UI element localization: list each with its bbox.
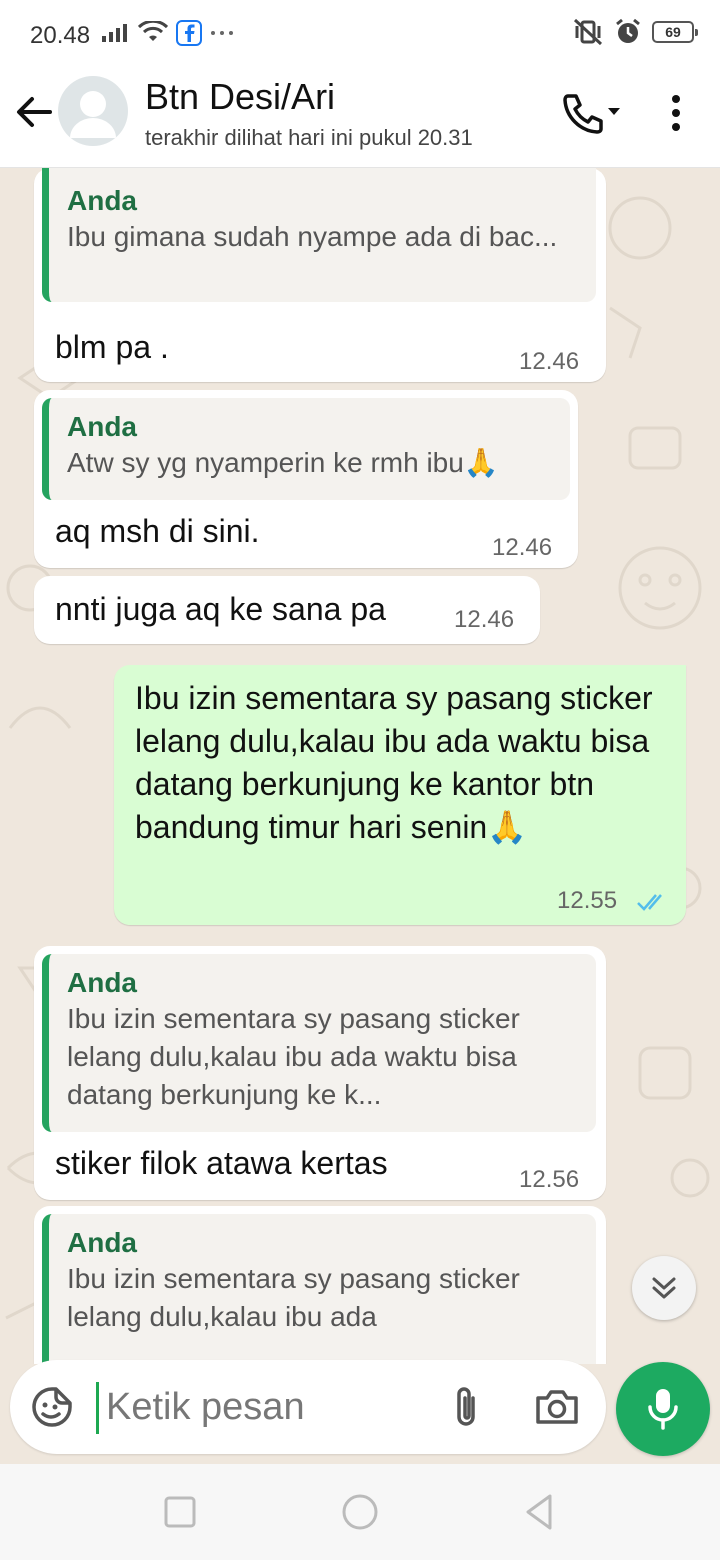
message-text: nnti juga aq ke sana pa: [55, 591, 386, 627]
quoted-message[interactable]: Anda Ibu izin sementara sy pasang sticke…: [42, 1214, 596, 1364]
chevron-double-down-icon: [652, 1277, 676, 1299]
home-icon[interactable]: [340, 1492, 380, 1532]
quote-text: Ibu gimana sudah nyampe ada di bac...: [67, 221, 558, 252]
message-bubble-incoming[interactable]: nnti juga aq ke sana pa 12.46: [34, 576, 540, 644]
facebook-icon: [176, 20, 202, 46]
message-text: stiker filok atawa kertas: [55, 1145, 388, 1181]
quote-sender: Anda: [67, 185, 137, 216]
quoted-message[interactable]: Anda Ibu izin sementara sy pasang sticke…: [42, 954, 596, 1132]
message-text: Ibu izin sementara sy pasang sticker lel…: [135, 680, 653, 845]
message-time: 12.55: [557, 887, 618, 914]
back-arrow-icon[interactable]: [14, 92, 54, 132]
more-dots-icon: [211, 31, 233, 35]
emoji-sticker-icon[interactable]: [30, 1385, 74, 1429]
message-bubble-incoming[interactable]: Anda Ibu izin sementara sy pasang sticke…: [34, 946, 606, 1200]
quote-text: Ibu izin sementara sy pasang sticker lel…: [67, 1263, 520, 1332]
quote-sender: Anda: [67, 411, 137, 442]
wifi-icon: [138, 21, 168, 41]
quote-text: Atw sy yg nyamperin ke rmh ibu🙏: [67, 447, 499, 478]
read-receipt-icon: [637, 894, 662, 911]
system-navigation-bar: [0, 1464, 720, 1560]
quote-text: Ibu izin sementara sy pasang sticker lel…: [67, 1003, 520, 1110]
signal-icon: [102, 24, 127, 42]
quoted-message[interactable]: Anda Ibu gimana sudah nyampe ada di bac.…: [42, 168, 596, 302]
contact-name[interactable]: Btn Desi/Ari: [145, 76, 335, 118]
text-cursor: [96, 1382, 99, 1434]
message-input[interactable]: [106, 1380, 436, 1434]
quote-sender: Anda: [67, 1227, 137, 1258]
message-bubble-incoming[interactable]: Anda Ibu izin sementara sy pasang sticke…: [34, 1206, 606, 1364]
message-bubble-outgoing[interactable]: Ibu izin sementara sy pasang sticker lel…: [114, 665, 686, 925]
battery-icon: 69: [652, 21, 698, 43]
message-time: 12.46: [492, 534, 553, 561]
last-seen-status[interactable]: terakhir dilihat hari ini pukul 20.31: [145, 125, 473, 151]
message-text: blm pa .: [55, 329, 169, 365]
message-time: 12.46: [454, 606, 515, 633]
microphone-icon: [648, 1389, 678, 1430]
chat-header: Btn Desi/Ari terakhir dilihat hari ini p…: [0, 70, 720, 168]
status-bar: 20.48 69: [0, 0, 720, 70]
quote-sender: Anda: [67, 967, 137, 998]
voice-record-button[interactable]: [616, 1362, 710, 1456]
chat-area[interactable]: Anda Ibu gimana sudah nyampe ada di bac.…: [0, 168, 720, 1364]
camera-icon[interactable]: [534, 1386, 580, 1426]
avatar[interactable]: [58, 76, 128, 146]
message-time: 12.56: [519, 1166, 580, 1193]
phone-call-icon[interactable]: [560, 92, 624, 134]
message-input-container[interactable]: [10, 1360, 606, 1454]
battery-level: 69: [665, 24, 681, 40]
status-time: 20.48: [30, 22, 91, 49]
more-vert-icon[interactable]: [662, 92, 690, 134]
recent-apps-icon[interactable]: [160, 1492, 200, 1532]
message-time: 12.46: [519, 348, 580, 375]
attachment-icon[interactable]: [446, 1384, 486, 1430]
message-bubble-incoming[interactable]: Anda Atw sy yg nyamperin ke rmh ibu🙏 aq …: [34, 390, 578, 568]
alarm-icon: [616, 18, 640, 43]
quoted-message[interactable]: Anda Atw sy yg nyamperin ke rmh ibu🙏: [42, 398, 570, 500]
message-text: aq msh di sini.: [55, 513, 260, 549]
vibrate-icon: [573, 18, 603, 46]
message-composer: [0, 1360, 720, 1464]
avatar-icon: [70, 91, 116, 138]
back-icon[interactable]: [520, 1492, 560, 1532]
message-bubble-incoming[interactable]: Anda Ibu gimana sudah nyampe ada di bac.…: [34, 168, 606, 382]
scroll-to-bottom-button[interactable]: [632, 1256, 696, 1320]
